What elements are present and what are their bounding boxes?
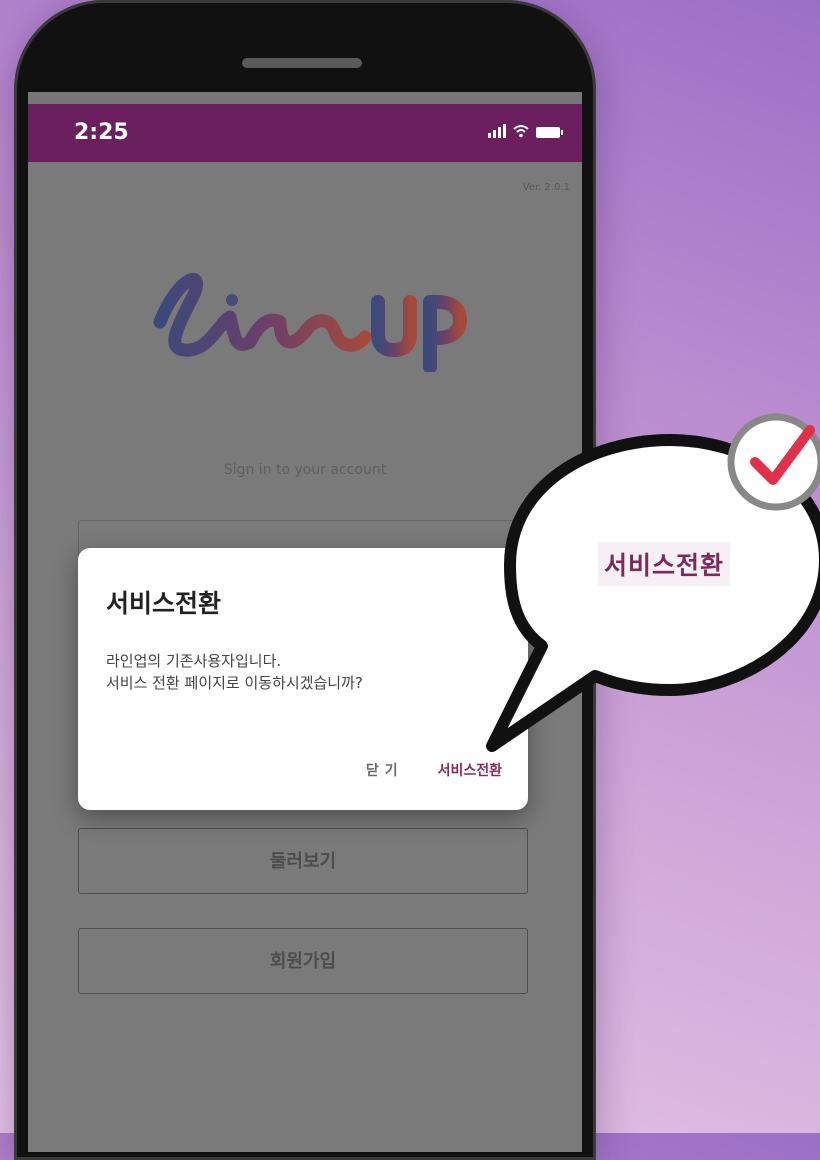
signal-icon: [488, 124, 506, 138]
phone-speaker: [242, 58, 362, 68]
service-switch-dialog: 서비스전환 라인업의 기존사용자입니다. 서비스 전환 페이지로 이동하시겠습니…: [78, 548, 528, 810]
dialog-message-line1: 라인업의 기존사용자입니다.: [106, 652, 282, 670]
dialog-message-line2: 서비스 전환 페이지로 이동하시겠습니까?: [106, 674, 363, 692]
callout-bubble: [486, 413, 820, 752]
wifi-icon: [513, 125, 529, 138]
battery-icon: [536, 127, 563, 138]
close-button[interactable]: 닫기: [366, 760, 404, 780]
signup-button[interactable]: 회원가입: [78, 928, 528, 994]
lineup-logo: [153, 272, 467, 372]
status-time: 2:25: [74, 120, 129, 145]
callout-text: 서비스전환: [598, 542, 731, 586]
dialog-title: 서비스전환: [106, 589, 222, 618]
dialog-message: 라인업의 기존사용자입니다. 서비스 전환 페이지로 이동하시겠습니까?: [106, 650, 363, 694]
status-bar: 2:25: [28, 104, 582, 162]
browse-button[interactable]: 둘러보기: [78, 828, 528, 894]
status-icons: [488, 124, 563, 138]
app-version: Ver. 2.0.1: [522, 182, 570, 193]
